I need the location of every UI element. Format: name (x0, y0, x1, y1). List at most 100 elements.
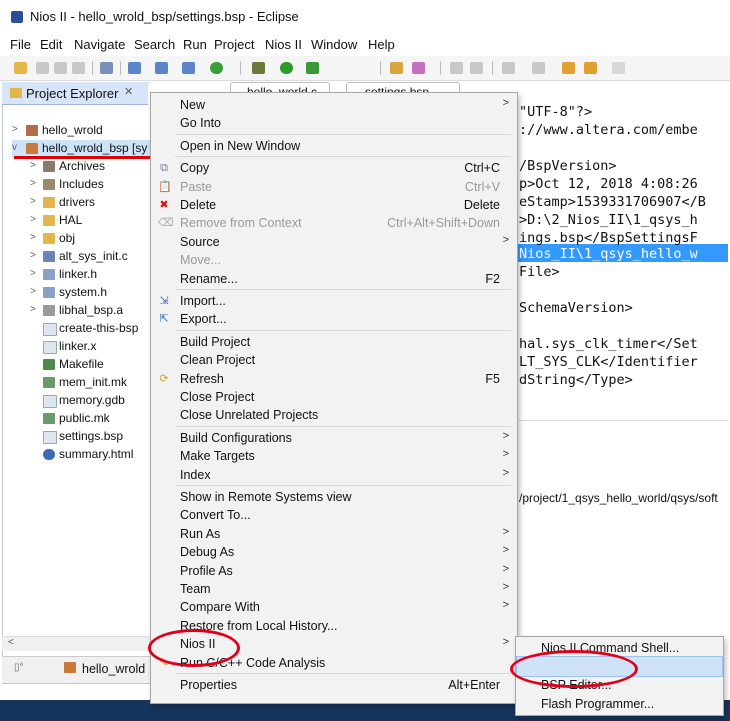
menu-item-label: Make Targets (180, 449, 255, 464)
toolbar (0, 56, 730, 81)
code-line-selected: Nios_II\1_qsys_hello_w (519, 246, 698, 262)
prev-annotation-icon[interactable] (532, 62, 545, 74)
explorer-horizontal-scrollbar[interactable]: < (2, 636, 150, 651)
menu-item-new[interactable]: New > (151, 96, 517, 114)
menu-item-copy[interactable]: ⧉ Copy Ctrl+C (151, 159, 517, 177)
chevron-right-icon[interactable]: > (30, 196, 40, 207)
scroll-left-icon[interactable]: < (8, 637, 14, 648)
menu-item-shortcut: Delete (463, 198, 500, 212)
forward-icon[interactable] (612, 62, 625, 74)
chevron-right-icon[interactable]: > (30, 232, 40, 243)
menu-item-clean-project[interactable]: Clean Project (151, 351, 517, 369)
console-path-text: /project/1_qsys_hello_world/qsys/soft (519, 491, 718, 505)
menu-item-build-configurations[interactable]: Build Configurations > (151, 429, 517, 447)
menu-item-compare-with[interactable]: Compare With > (151, 598, 517, 616)
submenu-arrow-icon: > (502, 581, 509, 593)
menu-separator (175, 485, 511, 486)
toggle-icon[interactable] (470, 62, 483, 74)
menu-item-close-project[interactable]: Close Project (151, 388, 517, 406)
chevron-right-icon[interactable]: > (30, 268, 40, 279)
menu-item-delete[interactable]: ✖ Delete Delete (151, 196, 517, 214)
build-icon[interactable] (100, 62, 113, 74)
chevron-right-icon[interactable]: > (12, 124, 22, 135)
print-icon[interactable] (72, 62, 85, 74)
menu-item-debug-as[interactable]: Debug As > (151, 543, 517, 561)
menu-item-remove-from-context[interactable]: ⌫ Remove from Context Ctrl+Alt+Shift+Down (151, 214, 517, 232)
tree-item-label: summary.html (59, 447, 134, 461)
chevron-right-icon[interactable]: > (30, 286, 40, 297)
menu-search[interactable]: Search (134, 37, 175, 52)
menu-help[interactable]: Help (368, 37, 395, 52)
menu-item-label: Copy (180, 161, 210, 176)
last-edit-icon[interactable] (562, 62, 575, 74)
external-tools-icon[interactable] (306, 62, 319, 74)
menu-item-open-in-new-window[interactable]: Open in New Window (151, 137, 517, 155)
menu-item-import[interactable]: ⇲ Import... (151, 292, 517, 310)
submenu-item-flash-programmer[interactable]: Flash Programmer... (516, 695, 723, 713)
console-panel: /project/1_qsys_hello_world/qsys/soft (517, 420, 728, 651)
menu-item-source[interactable]: Source > (151, 233, 517, 251)
chevron-right-icon[interactable]: > (30, 178, 40, 189)
menu-item-rename[interactable]: Rename... F2 (151, 270, 517, 288)
menu-item-team[interactable]: Team > (151, 580, 517, 598)
menu-item-label: Paste (180, 179, 212, 194)
menu-nios-ii[interactable]: Nios II (265, 37, 302, 52)
new-icon[interactable] (14, 62, 27, 74)
menu-item-move[interactable]: Move... (151, 251, 517, 269)
new-project-icon[interactable] (128, 62, 141, 74)
toggle-icon[interactable] (450, 62, 463, 74)
menu-item-shortcut: Ctrl+Alt+Shift+Down (387, 216, 500, 231)
menu-project[interactable]: Project (214, 37, 254, 52)
new-file-icon[interactable] (182, 62, 195, 74)
menu-file[interactable]: File (10, 37, 31, 52)
run-icon[interactable] (280, 62, 293, 74)
menu-item-profile-as[interactable]: Profile As > (151, 562, 517, 580)
menu-item-build-project[interactable]: Build Project (151, 333, 517, 351)
copy-icon: ⧉ (160, 162, 168, 175)
close-icon[interactable]: ✕ (124, 85, 133, 98)
new-folder-icon[interactable] (155, 62, 168, 74)
menu-item-run-as[interactable]: Run As > (151, 525, 517, 543)
chevron-right-icon[interactable]: > (30, 214, 40, 225)
menu-separator (175, 133, 511, 135)
menu-item-go-into[interactable]: Go Into (151, 114, 517, 132)
menu-item-index[interactable]: Index > (151, 466, 517, 484)
menu-item-make-targets[interactable]: Make Targets > (151, 447, 517, 465)
toolbar-separator (492, 61, 493, 75)
menu-item-export[interactable]: ⇱ Export... (151, 310, 517, 328)
menu-item-convert-to[interactable]: Convert To... (151, 506, 517, 524)
library-icon (43, 305, 55, 316)
web-icon[interactable] (210, 62, 223, 74)
chevron-right-icon[interactable]: > (30, 160, 40, 171)
project-explorer-tab[interactable]: Project Explorer ✕ (2, 82, 148, 105)
menu-item-close-unrelated-projects[interactable]: Close Unrelated Projects (151, 406, 517, 424)
code-line: ://www.altera.com/embe (519, 122, 698, 138)
menu-item-show-in-remote-systems-view[interactable]: Show in Remote Systems view (151, 488, 517, 506)
menu-item-label: Refresh (180, 371, 224, 386)
menu-item-paste[interactable]: 📋 Paste Ctrl+V (151, 178, 517, 196)
chevron-right-icon[interactable]: > (30, 250, 40, 261)
menu-run[interactable]: Run (183, 37, 207, 52)
menu-edit[interactable]: Edit (40, 37, 62, 52)
menu-item-shortcut: Ctrl+V (464, 179, 500, 194)
next-annotation-icon[interactable] (502, 62, 515, 74)
debug-icon[interactable] (252, 62, 265, 74)
chevron-down-icon[interactable]: v (12, 142, 22, 153)
menu-item-properties[interactable]: Properties Alt+Enter (151, 676, 517, 694)
file-icon (43, 395, 57, 408)
tree-item-hello-wrold[interactable]: > hello_wrold (12, 122, 152, 140)
chevron-right-icon[interactable]: > (30, 304, 40, 315)
back-icon[interactable] (584, 62, 597, 74)
submenu-arrow-icon: > (502, 636, 509, 649)
red-circle-annotation-nios-ii (148, 629, 240, 667)
folder-icon (43, 215, 55, 226)
menu-item-refresh[interactable]: ⟳ Refresh F5 (151, 370, 517, 388)
folder-icon (10, 88, 22, 98)
save-all-icon[interactable] (54, 62, 67, 74)
search-tool-icon[interactable] (412, 62, 425, 74)
save-icon[interactable] (36, 62, 49, 74)
tree-item-label: linker.h (59, 267, 98, 281)
menu-window[interactable]: Window (311, 37, 357, 52)
menu-navigate[interactable]: Navigate (74, 37, 125, 52)
open-type-icon[interactable] (390, 62, 403, 74)
